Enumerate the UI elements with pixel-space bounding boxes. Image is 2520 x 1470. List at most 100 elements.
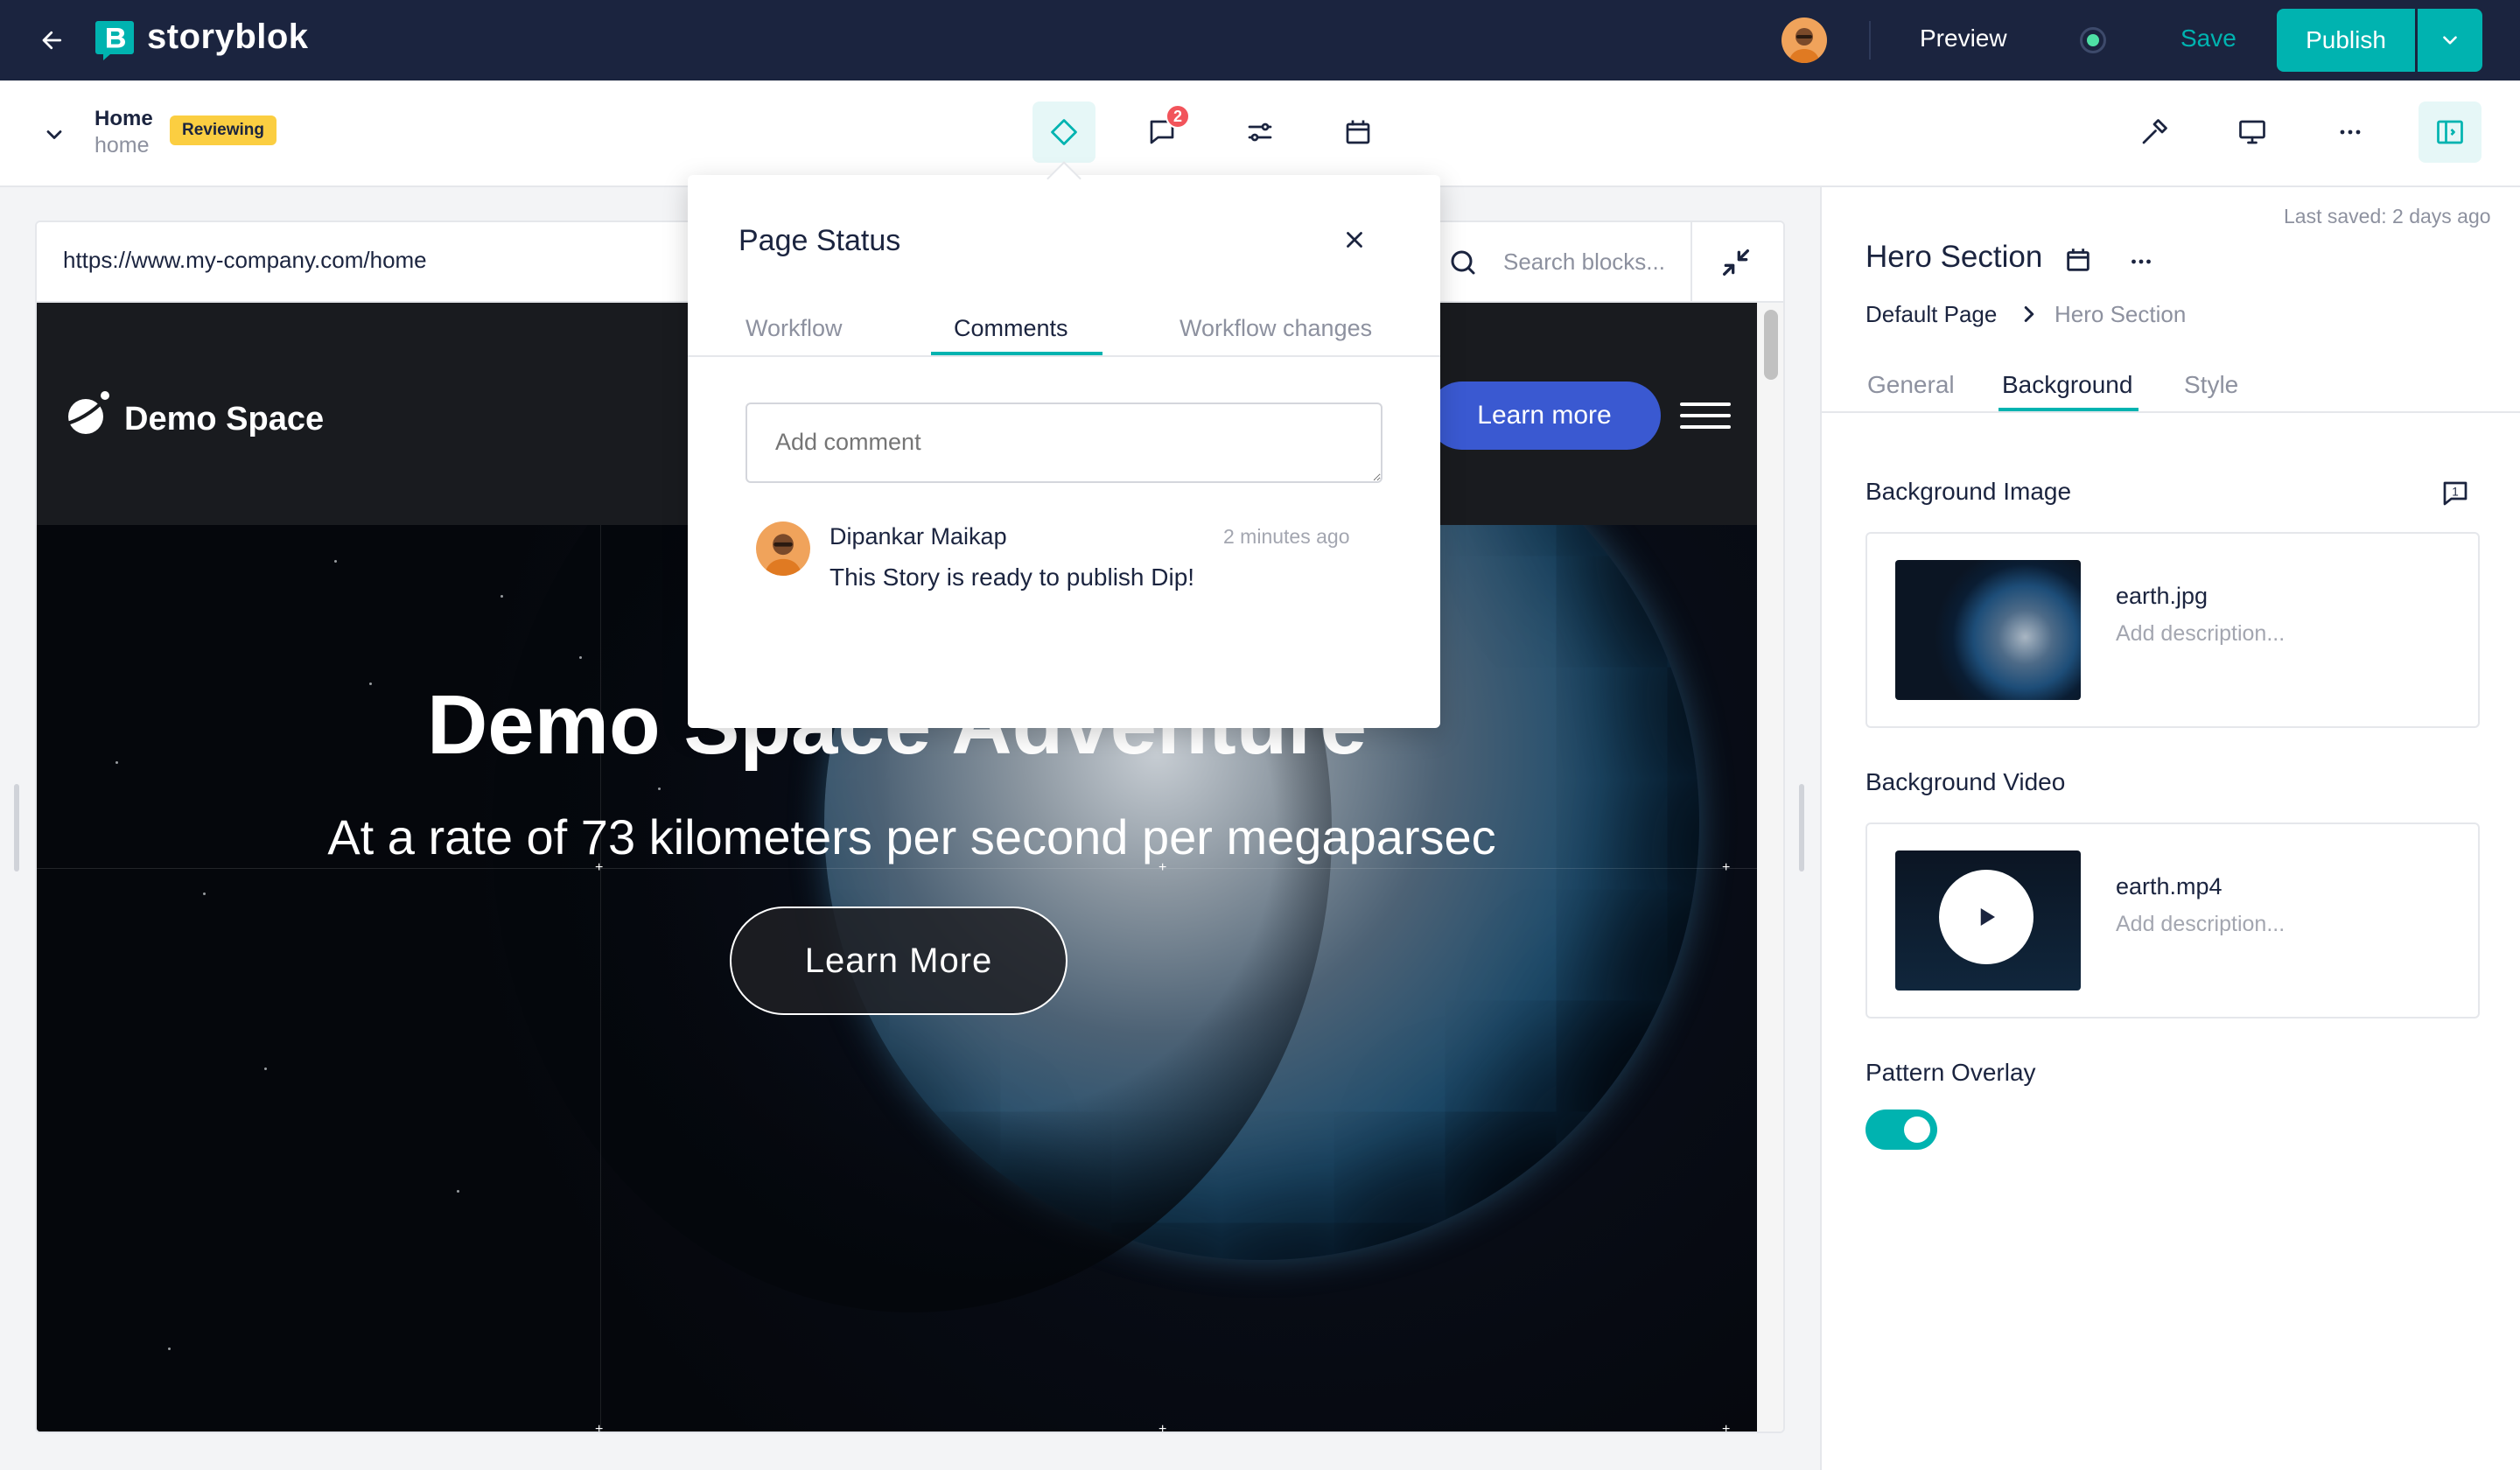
hamburger-menu-icon[interactable] xyxy=(1680,402,1731,429)
publish-options-button[interactable] xyxy=(2418,9,2482,72)
page-status-popover: Page Status Workflow Comments Workflow c… xyxy=(688,175,1440,728)
comment-timestamp: 2 minutes ago xyxy=(1223,525,1350,548)
field-comment-button[interactable]: 1 xyxy=(2440,478,2471,509)
active-tab-indicator xyxy=(1998,408,2138,411)
page-status-button[interactable] xyxy=(1032,102,1096,163)
preview-scrollbar-thumb[interactable] xyxy=(1764,310,1778,380)
site-learn-more-button[interactable]: Learn more xyxy=(1428,382,1661,450)
back-button[interactable] xyxy=(35,23,70,58)
url-bar-divider xyxy=(1690,222,1692,303)
earth-thumbnail xyxy=(1895,560,2081,700)
asset-description-input[interactable]: Add description... xyxy=(2116,621,2285,647)
star xyxy=(168,1348,171,1350)
background-image-asset[interactable]: earth.jpg Add description... xyxy=(1866,532,2480,728)
storyblok-logo-icon xyxy=(94,19,135,61)
grid-marker: + xyxy=(595,1422,604,1433)
search-icon xyxy=(1447,247,1479,278)
monitor-icon xyxy=(2239,120,2265,144)
pattern-overlay-label: Pattern Overlay xyxy=(1866,1059,2036,1086)
star xyxy=(203,892,206,895)
svg-text:1: 1 xyxy=(2452,485,2459,498)
comment-author: Dipankar Maikap xyxy=(830,523,1007,550)
star xyxy=(500,595,503,598)
asset-description-input[interactable]: Add description... xyxy=(2116,912,2285,937)
tab-comments[interactable]: Comments xyxy=(954,315,1068,342)
search-blocks-input[interactable]: Search blocks... xyxy=(1503,248,1665,276)
tab-style[interactable]: Style xyxy=(2184,371,2238,399)
sidebar-panel-icon xyxy=(2437,120,2463,144)
preview-scrollbar[interactable] xyxy=(1757,303,1783,1432)
story-slug: home xyxy=(94,133,150,158)
hero-subtitle[interactable]: At a rate of 73 kilometers per second pe… xyxy=(37,808,1757,865)
comment-count-icon: 1 xyxy=(2443,481,2468,506)
asset-filename: earth.mp4 xyxy=(2116,873,2222,900)
more-options-button[interactable] xyxy=(2319,102,2382,163)
asset-filename: earth.jpg xyxy=(2116,583,2208,609)
pattern-overlay-toggle[interactable] xyxy=(1866,1110,1937,1150)
more-horizontal-icon xyxy=(2132,259,2151,264)
chevron-down-icon xyxy=(2443,36,2457,45)
brand-name: storyblok xyxy=(147,18,309,56)
site-title[interactable]: Demo Space xyxy=(124,401,324,438)
tab-workflow[interactable]: Workflow xyxy=(746,315,843,342)
tab-workflow-changes[interactable]: Workflow changes xyxy=(1180,315,1372,342)
block-editor-panel: Last saved: 2 days ago Hero Section Defa… xyxy=(1820,187,2520,1470)
save-button[interactable]: Save xyxy=(2180,24,2236,52)
grid-guide xyxy=(600,525,601,1432)
breadcrumb-hero-section: Hero Section xyxy=(2054,301,2187,327)
planet-logo-icon xyxy=(63,388,114,439)
close-icon xyxy=(1347,232,1362,248)
popover-title: Page Status xyxy=(738,224,901,257)
comment-text: This Story is ready to publish Dip! xyxy=(830,564,1195,591)
sliders-icon xyxy=(1248,122,1272,142)
block-more-button[interactable] xyxy=(2126,247,2156,276)
grid-marker: + xyxy=(1722,1422,1731,1433)
comment-author-avatar xyxy=(756,522,810,576)
story-name: Home xyxy=(94,107,153,130)
block-schedule-icon[interactable] xyxy=(2063,245,2093,275)
preview-button[interactable]: Preview xyxy=(1920,24,2007,52)
breadcrumb-default-page[interactable]: Default Page xyxy=(1866,301,1997,328)
star xyxy=(658,788,661,790)
live-status-indicator xyxy=(2080,27,2106,53)
dev-tools-button[interactable] xyxy=(2123,102,2186,163)
chevron-down-icon xyxy=(46,130,62,139)
add-comment-input[interactable] xyxy=(746,402,1382,483)
collapse-preview-button[interactable] xyxy=(1718,245,1754,280)
chevron-right-icon xyxy=(2016,301,2042,327)
play-button[interactable] xyxy=(1939,870,2034,964)
left-resize-handle[interactable] xyxy=(14,784,19,872)
calendar-icon xyxy=(1346,120,1370,144)
background-video-label: Background Video xyxy=(1866,768,2066,795)
diamond-icon xyxy=(1051,119,1077,145)
toolbar-divider xyxy=(1869,21,1871,60)
story-menu-toggle[interactable] xyxy=(38,119,70,150)
grid-marker: + xyxy=(1158,1422,1167,1433)
workflow-status-badge: Reviewing xyxy=(170,116,276,145)
schedule-button[interactable] xyxy=(1326,102,1390,163)
close-popover-button[interactable] xyxy=(1337,222,1372,257)
hammer-icon xyxy=(2142,119,2167,144)
background-video-asset[interactable]: earth.mp4 Add description... xyxy=(1866,822,2480,1018)
star xyxy=(264,1068,267,1070)
page-status-tabs: Workflow Comments Workflow changes xyxy=(688,303,1440,357)
tab-general[interactable]: General xyxy=(1867,371,1955,399)
editor-toolbar: Home home Reviewing 2 xyxy=(0,80,2520,187)
device-preview-button[interactable] xyxy=(2221,102,2284,163)
hero-learn-more-button[interactable]: Learn More xyxy=(730,906,1068,1015)
background-image-label: Background Image xyxy=(1866,478,2072,505)
play-icon xyxy=(1980,908,1995,926)
video-thumbnail xyxy=(1895,850,2081,990)
preview-url[interactable]: https://www.my-company.com/home xyxy=(63,247,427,274)
star xyxy=(579,656,582,659)
publish-button[interactable]: Publish xyxy=(2277,9,2415,72)
toggle-sidebar-button[interactable] xyxy=(2418,102,2482,163)
tab-background[interactable]: Background xyxy=(2002,371,2132,399)
user-avatar[interactable] xyxy=(1782,18,1827,63)
right-resize-handle[interactable] xyxy=(1799,784,1804,872)
minimize-icon xyxy=(1723,249,1749,276)
block-title: Hero Section xyxy=(1866,240,2043,274)
settings-button[interactable] xyxy=(1228,102,1292,163)
comment-count-badge: 2 xyxy=(1166,104,1190,129)
active-tab-indicator xyxy=(931,352,1102,355)
